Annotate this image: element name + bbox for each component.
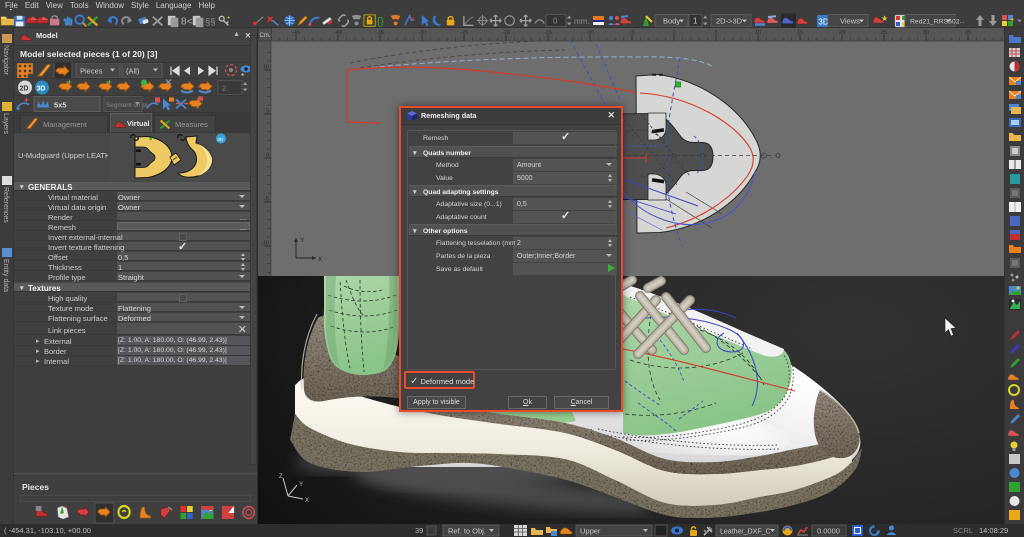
svg-text:3D: 3D — [818, 18, 828, 27]
svg-text:X: X — [318, 256, 323, 263]
svg-text:Y: Y — [300, 237, 305, 244]
svg-text:-40: -40 — [334, 30, 342, 36]
svg-text:-: - — [125, 79, 128, 87]
svg-text:30: 30 — [923, 30, 929, 36]
svg-text:Red21_RRS502: Red21_RRS502 — [910, 19, 960, 26]
svg-text:2: 2 — [222, 84, 226, 93]
svg-text:Pieces: Pieces — [80, 67, 103, 76]
svg-text:5x5: 5x5 — [54, 101, 67, 110]
svg-text:+: + — [1010, 17, 1014, 24]
svg-text:mm.: mm. — [574, 17, 590, 26]
svg-text:0: 0 — [553, 17, 558, 26]
svg-text:3D: 3D — [37, 86, 46, 93]
svg-text:35: 35 — [965, 30, 971, 36]
svg-text:0.0000: 0.0000 — [817, 527, 840, 536]
svg-text:-10: -10 — [586, 30, 594, 36]
svg-text:+: + — [24, 96, 29, 105]
svg-text:Views: Views — [840, 17, 860, 26]
svg-text:Leather_DXF_C: Leather_DXF_C — [720, 529, 771, 536]
svg-text:x: x — [411, 16, 415, 23]
svg-text:(All): (All) — [126, 67, 140, 76]
svg-text:2D: 2D — [20, 86, 29, 93]
svg-text:10: 10 — [755, 30, 761, 36]
svg-text:Body: Body — [663, 17, 680, 26]
svg-text:Ref. to Obj.: Ref. to Obj. — [448, 527, 486, 536]
svg-text:-25: -25 — [460, 30, 468, 36]
svg-text:-45: -45 — [292, 30, 300, 36]
svg-text:0: 0 — [672, 30, 675, 36]
svg-text:1: 1 — [693, 17, 698, 26]
svg-text:0: 0 — [266, 153, 269, 159]
svg-text:+: + — [67, 79, 72, 87]
svg-text:+: + — [107, 79, 112, 87]
svg-text:20: 20 — [839, 30, 845, 36]
svg-text:-35: -35 — [376, 30, 384, 36]
svg-text:-5: -5 — [264, 197, 269, 203]
svg-text:-30: -30 — [418, 30, 426, 36]
svg-text:Segment on pi: Segment on pi — [106, 102, 147, 109]
svg-text:8<: 8< — [181, 16, 193, 27]
svg-text:+: + — [227, 15, 231, 22]
svg-text:Cm.: Cm. — [260, 33, 271, 39]
svg-text:Upper: Upper — [580, 527, 601, 536]
svg-text:5: 5 — [714, 30, 717, 36]
svg-text:5: 5 — [266, 109, 269, 115]
svg-text:25: 25 — [881, 30, 887, 36]
svg-text:-: - — [85, 79, 88, 87]
svg-text:Z: Z — [279, 474, 283, 480]
svg-text:§§: §§ — [205, 16, 216, 27]
svg-text:{}: {} — [377, 16, 384, 27]
svg-text:*: * — [241, 72, 244, 79]
svg-text:-20: -20 — [502, 30, 510, 36]
svg-text:3D: 3D — [217, 137, 224, 143]
svg-text:-10: -10 — [261, 241, 269, 247]
svg-text:★: ★ — [881, 14, 888, 23]
svg-text:15: 15 — [797, 30, 803, 36]
svg-text:10: 10 — [263, 65, 269, 71]
svg-text:-5: -5 — [630, 30, 635, 36]
svg-text:X: X — [305, 498, 309, 504]
svg-text:2D->3D: 2D->3D — [716, 17, 743, 26]
svg-text:...: ... — [957, 15, 965, 25]
svg-text:-15: -15 — [544, 30, 552, 36]
svg-text:Y: Y — [299, 482, 303, 488]
